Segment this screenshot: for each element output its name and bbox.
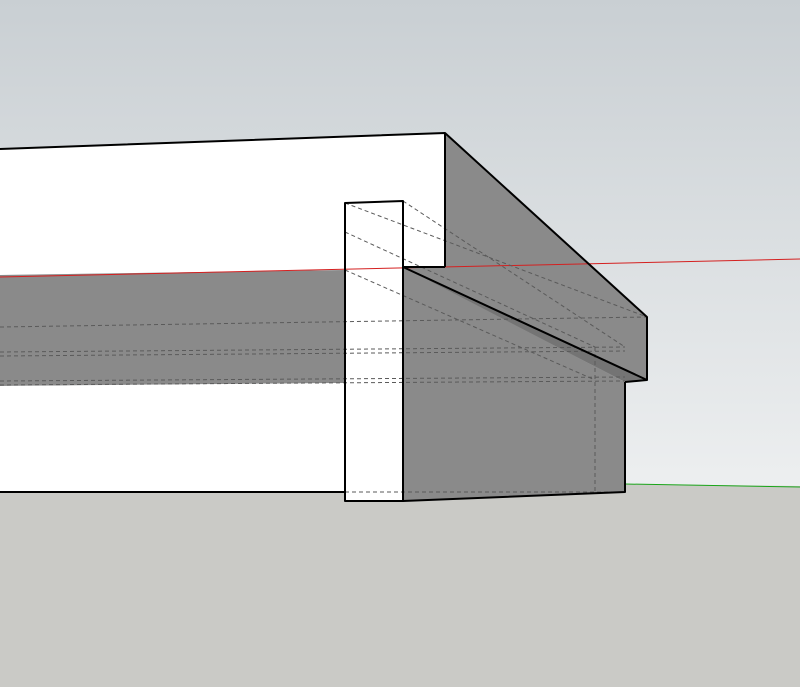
lower-wall-face[interactable]: [0, 383, 345, 492]
wall-front-face[interactable]: [345, 201, 403, 501]
ground-plane[interactable]: [0, 484, 800, 687]
recess-shaded-face[interactable]: [0, 270, 345, 386]
model-scene[interactable]: [0, 0, 800, 687]
3d-viewport[interactable]: [0, 0, 800, 687]
